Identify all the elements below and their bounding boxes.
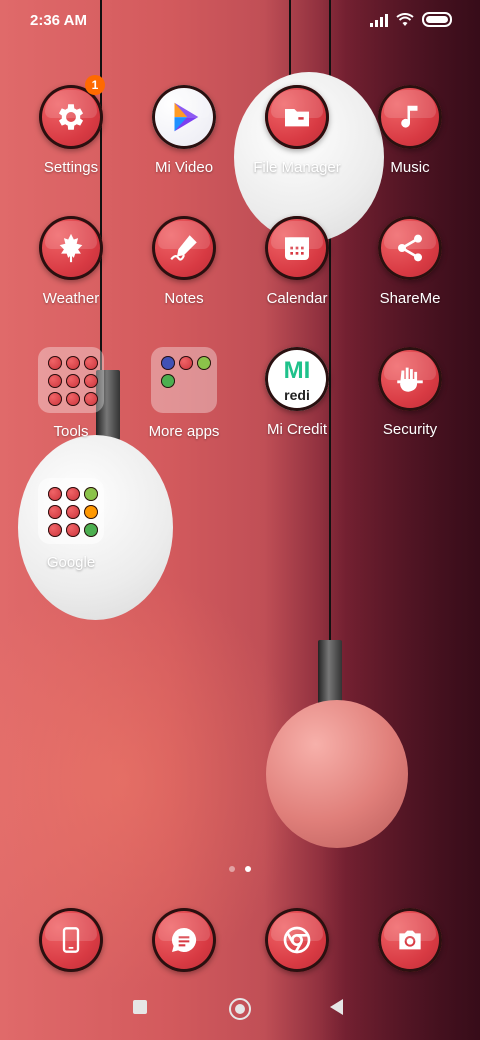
camera-icon (378, 908, 442, 972)
app-weather[interactable]: Weather (16, 216, 126, 307)
folder-icon (265, 85, 329, 149)
pen-icon (152, 216, 216, 280)
app-settings[interactable]: 1 Settings (16, 75, 126, 176)
leaf-icon (39, 216, 103, 280)
mi-credit-logo-subtext: redi (284, 387, 310, 403)
app-label: Security (382, 421, 438, 438)
app-mi-credit[interactable]: MI redi Mi Credit (242, 347, 352, 438)
dock-chrome[interactable] (242, 908, 352, 972)
app-label: Music (390, 159, 430, 176)
pink-bulb (266, 700, 408, 848)
status-bar: 2:36 AM (0, 0, 480, 44)
folder-google[interactable]: Google (16, 478, 126, 571)
app-file-manager[interactable]: File Manager (242, 85, 352, 176)
dock-phone[interactable] (16, 908, 126, 972)
back-button[interactable] (330, 999, 343, 1015)
app-label: Settings (43, 159, 99, 176)
folder-grid-icon (151, 347, 217, 413)
signal-icon (370, 13, 388, 27)
mi-credit-icon: MI redi (265, 347, 329, 411)
page-dot[interactable] (229, 866, 235, 872)
app-label: Calendar (266, 290, 328, 307)
folder-grid-icon (38, 478, 104, 544)
chrome-icon (265, 908, 329, 972)
lamp-cord (100, 0, 102, 370)
app-label: Notes (164, 290, 204, 307)
wifi-icon (396, 12, 414, 26)
app-label: Mi Credit (266, 421, 327, 438)
mi-credit-logo-text: MI (283, 357, 311, 384)
phone-icon (39, 908, 103, 972)
app-label: ShareMe (379, 290, 441, 307)
folder-more-apps[interactable]: More apps (129, 347, 239, 440)
app-notes[interactable]: Notes (129, 216, 239, 307)
notification-badge: 1 (85, 75, 105, 95)
folder-tools[interactable]: Tools (16, 347, 126, 440)
message-icon (152, 908, 216, 972)
play-icon (152, 85, 216, 149)
app-label: More apps (148, 423, 220, 440)
app-label: Tools (53, 423, 89, 440)
app-security[interactable]: Security (355, 347, 465, 438)
app-calendar[interactable]: Calendar (242, 216, 352, 307)
app-label: Google (46, 554, 96, 571)
app-music[interactable]: Music (355, 85, 465, 176)
battery-icon (422, 12, 452, 27)
app-label: Mi Video (154, 159, 214, 176)
dock-messages[interactable] (129, 908, 239, 972)
music-note-icon (378, 85, 442, 149)
recents-button[interactable] (133, 1000, 147, 1014)
navigation-bar (0, 980, 480, 1040)
dock-camera[interactable] (355, 908, 465, 972)
gear-icon: 1 (39, 75, 105, 149)
home-button[interactable] (229, 998, 251, 1020)
shield-hand-icon (378, 347, 442, 411)
share-icon (378, 216, 442, 280)
status-time: 2:36 AM (30, 12, 87, 29)
calendar-icon (265, 216, 329, 280)
app-label: Weather (42, 290, 100, 307)
app-shareme[interactable]: ShareMe (355, 216, 465, 307)
folder-grid-icon (38, 347, 104, 413)
app-mi-video[interactable]: Mi Video (129, 85, 239, 176)
page-dot-active[interactable] (245, 866, 251, 872)
page-indicator (0, 866, 480, 872)
app-label: File Manager (253, 159, 341, 176)
